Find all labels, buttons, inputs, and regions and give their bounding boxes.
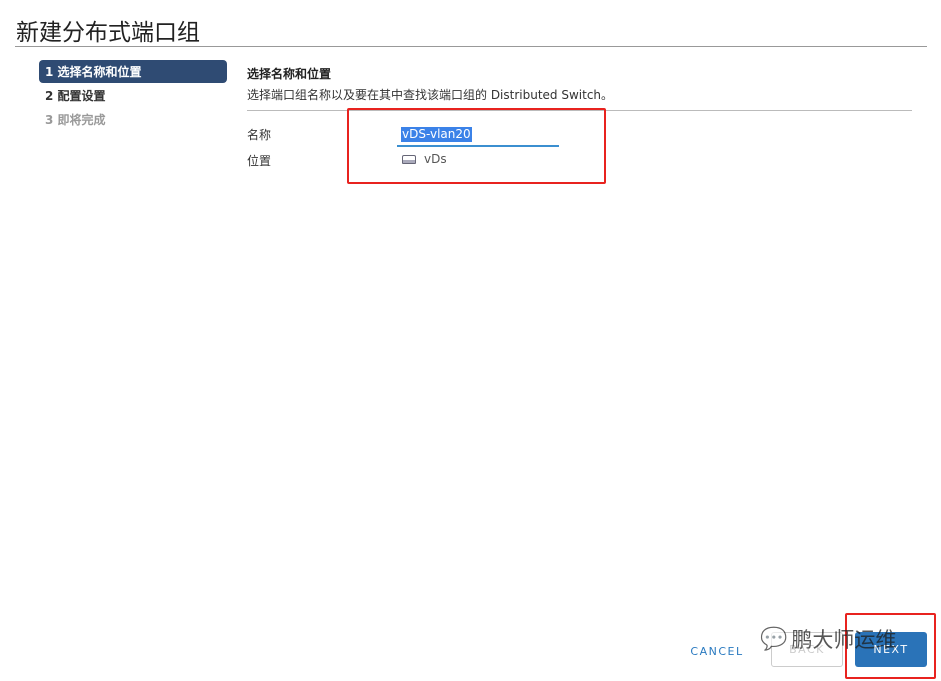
step-configure-settings[interactable]: 2 配置设置 <box>39 84 227 107</box>
cancel-button[interactable]: CANCEL <box>682 640 752 662</box>
highlight-box-next <box>845 613 936 679</box>
section-heading: 选择名称和位置 <box>247 67 332 81</box>
location-label: 位置 <box>247 154 272 168</box>
back-button: BACK <box>771 632 843 667</box>
section-description: 选择端口组名称以及要在其中查找该端口组的 Distributed Switch。 <box>247 88 614 102</box>
name-label: 名称 <box>247 128 272 142</box>
title-divider <box>15 46 927 47</box>
step-select-name-location[interactable]: 1 选择名称和位置 <box>39 60 227 83</box>
step-ready-to-complete: 3 即将完成 <box>45 113 106 127</box>
highlight-box-fields <box>347 108 606 184</box>
wizard-title: 新建分布式端口组 <box>16 20 200 46</box>
